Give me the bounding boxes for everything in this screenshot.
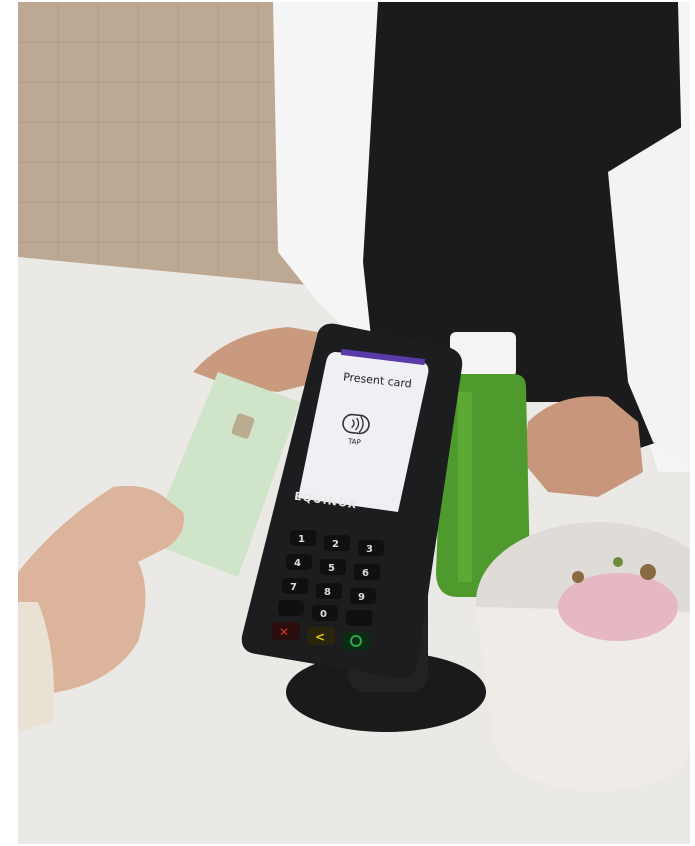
svg-text:5: 5 xyxy=(328,563,335,574)
svg-text:9: 9 xyxy=(358,592,365,603)
pos-terminal-photo: 123 456 789 0 ✕ < Present card TAP EQUIN… xyxy=(18,2,690,844)
svg-text:1: 1 xyxy=(298,534,305,545)
svg-text:3: 3 xyxy=(366,544,373,555)
cashier-right-hand xyxy=(523,396,643,497)
screen-tap-label: TAP xyxy=(347,437,362,447)
svg-text:0: 0 xyxy=(320,609,327,620)
svg-text:8: 8 xyxy=(324,587,331,598)
svg-text:4: 4 xyxy=(294,558,301,569)
svg-text:7: 7 xyxy=(290,582,297,593)
photo-scene: 1 2 3 4 5 6 7 8 9 0 ✕ < xyxy=(18,2,690,844)
salad-bowl xyxy=(476,607,690,792)
svg-text:2: 2 xyxy=(332,539,339,550)
svg-text:✕: ✕ xyxy=(279,625,289,639)
svg-text:<: < xyxy=(315,630,325,644)
enter-key xyxy=(342,632,370,650)
svg-text:6: 6 xyxy=(362,568,369,579)
